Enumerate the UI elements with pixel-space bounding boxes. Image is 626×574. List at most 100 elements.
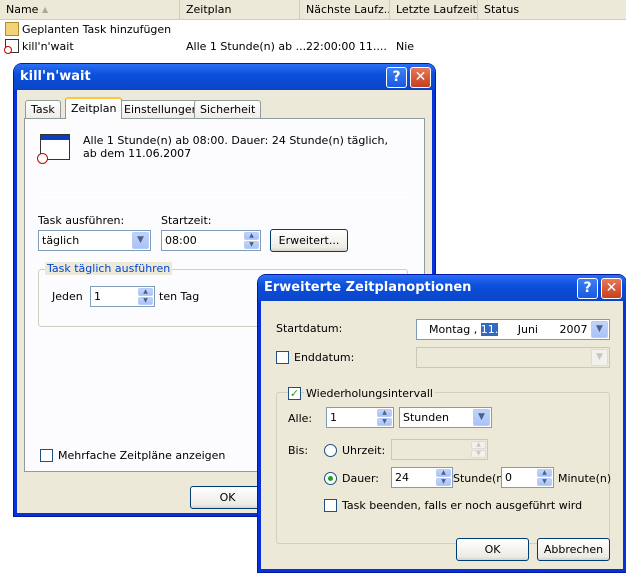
tab-task[interactable]: Task [25, 100, 61, 119]
duration-hours-value: 24 [395, 471, 409, 484]
column-name-label: Name [6, 3, 39, 16]
row-name: Geplanten Task hinzufügen [22, 23, 172, 36]
multi-schedule-label: Mehrfache Zeitpläne anzeigen [58, 449, 226, 462]
column-header-next-run[interactable]: Nächste Laufz... [300, 0, 390, 20]
close-button[interactable]: ✕ [601, 278, 622, 299]
list-item[interactable]: kill'n'wait Alle 1 Stunde(n) ab ... 22:0… [0, 38, 626, 55]
stop-task-label: Task beenden, falls er noch ausgeführt w… [342, 499, 583, 512]
start-time-field[interactable]: 08:00 ▲ ▼ [161, 230, 261, 251]
every-unit-label: ten Tag [159, 290, 200, 303]
duration-minutes-value: 0 [505, 471, 512, 484]
duration-minutes-spinner[interactable]: ▲ ▼ [537, 469, 552, 486]
spin-down-icon[interactable]: ▼ [436, 478, 451, 486]
schedule-icon [37, 134, 70, 164]
interval-field[interactable]: 1 ▲ ▼ [326, 407, 394, 428]
row-schedule: Alle 1 Stunde(n) ab ... [186, 40, 307, 53]
stop-task-checkbox[interactable] [324, 499, 337, 512]
every-label: Alle: [288, 412, 313, 425]
start-time-value: 08:00 [165, 234, 197, 247]
close-button[interactable]: ✕ [410, 67, 431, 88]
chevron-down-icon[interactable]: ▼ [473, 409, 490, 426]
until-time-radio[interactable] [324, 444, 337, 457]
end-date-checkbox[interactable] [276, 351, 289, 364]
start-date-label: Startdatum: [276, 322, 343, 335]
advanced-dialog-title: Erweiterte Zeitplanoptionen [264, 280, 472, 295]
help-button[interactable]: ? [577, 278, 598, 299]
end-date-picker: ▼ [416, 347, 610, 368]
repeat-label: Wiederholungsintervall [304, 387, 435, 400]
duration-radio[interactable] [324, 472, 337, 485]
advanced-button[interactable]: Erweitert... [270, 229, 348, 252]
start-date-day[interactable]: 11. [480, 323, 499, 336]
advanced-dialog: Erweiterte Zeitplanoptionen ? ✕ Startdat… [258, 275, 626, 572]
hours-unit-label: Stunde(n) [453, 472, 508, 485]
task-dialog-title: kill'n'wait [20, 69, 91, 84]
duration-label: Dauer: [342, 472, 379, 485]
start-date-picker[interactable]: Montag , 11. Juni 2007 ▼ [416, 319, 610, 340]
interval-spinner[interactable]: ▲ ▼ [377, 409, 392, 426]
column-header-last-run[interactable]: Letzte Laufzeit [390, 0, 478, 20]
until-time-field: ▲ ▼ [391, 439, 488, 460]
ok-button[interactable]: OK [190, 486, 265, 509]
every-label: Jeden [52, 290, 83, 303]
interval-unit-value: Stunden [403, 411, 449, 424]
ok-button[interactable]: OK [456, 538, 529, 561]
interval-value: 1 [330, 411, 337, 424]
column-header-name[interactable]: Name ▲ [0, 0, 180, 20]
list-item[interactable]: Geplanten Task hinzufügen [0, 21, 626, 38]
spin-up-icon[interactable]: ▲ [377, 409, 392, 417]
tab-zeitplan[interactable]: Zeitplan [65, 97, 123, 119]
run-label: Task ausführen: [38, 214, 125, 227]
add-task-icon [5, 22, 19, 36]
spin-down-icon[interactable]: ▼ [244, 241, 259, 249]
repeat-checkbox[interactable]: ✓ [288, 387, 301, 400]
daily-group-label: Task täglich ausführen [45, 262, 173, 275]
task-icon [4, 39, 19, 54]
until-time-spinner: ▲ ▼ [471, 441, 486, 458]
duration-hours-spinner[interactable]: ▲ ▼ [436, 469, 451, 486]
calendar-dropdown-icon[interactable]: ▼ [591, 321, 608, 338]
sort-arrow-icon: ▲ [42, 5, 49, 14]
duration-minutes-field[interactable]: 0 ▲ ▼ [501, 467, 554, 488]
row-next-run: 22:00:00 11.... [306, 40, 387, 53]
end-date-label: Enddatum: [294, 351, 355, 364]
spin-down-icon[interactable]: ▼ [138, 297, 153, 305]
advanced-dialog-client: Startdatum: Montag , 11. Juni 2007 ▼ End… [261, 301, 623, 569]
help-button[interactable]: ? [386, 67, 407, 88]
every-days-value: 1 [94, 290, 101, 303]
chevron-down-icon: ▼ [591, 349, 608, 366]
spin-up-icon[interactable]: ▲ [537, 469, 552, 477]
column-header-status[interactable]: Status [478, 0, 626, 20]
row-name: kill'n'wait [22, 40, 74, 53]
tab-sicherheit[interactable]: Sicherheit [194, 100, 262, 119]
spin-up-icon[interactable]: ▲ [244, 232, 259, 240]
interval-unit-select[interactable]: Stunden ▼ [399, 407, 492, 428]
spin-down-icon[interactable]: ▼ [377, 418, 392, 426]
start-date-separator: , [473, 323, 478, 336]
spin-up-icon[interactable]: ▲ [436, 469, 451, 477]
cancel-button[interactable]: Abbrechen [537, 538, 610, 561]
spin-down-icon[interactable]: ▼ [537, 478, 552, 486]
spin-down-icon: ▼ [471, 450, 486, 458]
multi-schedule-checkbox[interactable] [40, 449, 53, 462]
advanced-dialog-titlebar[interactable]: Erweiterte Zeitplanoptionen ? ✕ [258, 275, 626, 301]
spin-up-icon[interactable]: ▲ [138, 288, 153, 296]
chevron-down-icon[interactable]: ▼ [132, 232, 149, 249]
start-date-month[interactable]: Juni [518, 323, 538, 336]
separator [38, 197, 408, 198]
duration-hours-field[interactable]: 24 ▲ ▼ [391, 467, 453, 488]
minutes-unit-label: Minute(n) [558, 472, 612, 485]
start-time-spinner[interactable]: ▲ ▼ [244, 232, 259, 249]
start-date-year[interactable]: 2007 [559, 323, 587, 336]
run-select[interactable]: täglich ▼ [38, 230, 151, 251]
every-days-spinner[interactable]: ▲ ▼ [138, 288, 153, 305]
until-time-label: Uhrzeit: [342, 444, 386, 457]
start-time-label: Startzeit: [161, 214, 212, 227]
tab-einstellungen[interactable]: Einstellungen [118, 100, 205, 119]
every-days-field[interactable]: 1 ▲ ▼ [90, 286, 155, 307]
task-dialog-titlebar[interactable]: kill'n'wait ? ✕ [14, 64, 435, 90]
run-select-value: täglich [42, 234, 80, 247]
column-header-bar: Name ▲ Zeitplan Nächste Laufz... Letzte … [0, 0, 626, 20]
column-header-schedule[interactable]: Zeitplan [180, 0, 300, 20]
row-last-run: Nie [396, 40, 415, 53]
